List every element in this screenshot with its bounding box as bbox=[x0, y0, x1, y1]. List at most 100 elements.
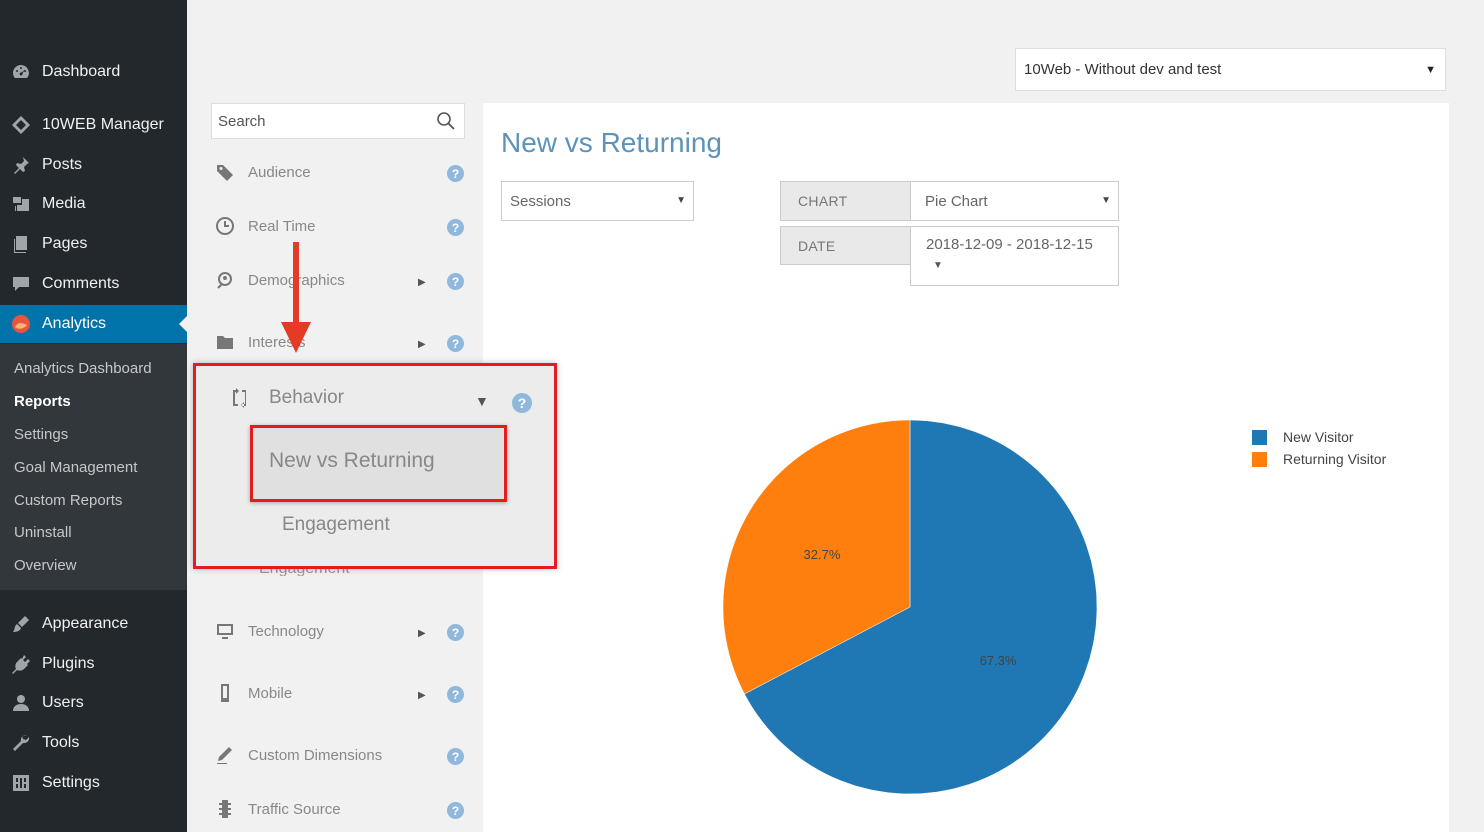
pie-chart: 67.3% 32.7% bbox=[722, 419, 1098, 795]
legend-item-new-visitor[interactable]: New Visitor bbox=[1252, 429, 1354, 445]
admin-sidebar: Dashboard 10WEB Manager Posts Media Page… bbox=[0, 0, 187, 832]
help-icon[interactable]: ? bbox=[512, 393, 532, 413]
menu-appearance[interactable]: Appearance bbox=[0, 605, 187, 643]
report-item-label: Mobile bbox=[248, 684, 293, 702]
menu-users[interactable]: Users bbox=[0, 684, 187, 722]
report-item-label: Audience bbox=[248, 163, 311, 181]
menu-posts[interactable]: Posts bbox=[0, 146, 187, 184]
mobile-icon bbox=[214, 682, 236, 704]
refresh-icon bbox=[233, 388, 246, 408]
menu-label: Settings bbox=[42, 774, 100, 791]
help-icon[interactable]: ? bbox=[447, 219, 464, 236]
menu-analytics[interactable]: Analytics bbox=[0, 305, 187, 343]
clock-icon bbox=[214, 215, 236, 237]
help-icon[interactable]: ? bbox=[447, 748, 464, 765]
expand-arrow-icon[interactable]: ▶ bbox=[418, 277, 426, 288]
help-icon[interactable]: ? bbox=[447, 686, 464, 703]
chart-type-select[interactable]: Pie Chart ▼ bbox=[910, 181, 1119, 221]
analytics-icon bbox=[11, 314, 31, 334]
tag-icon bbox=[214, 161, 236, 183]
submenu-analytics-dashboard[interactable]: Analytics Dashboard bbox=[14, 360, 152, 377]
report-item-interests[interactable]: Interests ▶ bbox=[214, 327, 470, 357]
account-select-value: 10Web - Without dev and test bbox=[1024, 61, 1222, 78]
report-item-traffic-source[interactable]: Traffic Source bbox=[214, 794, 470, 824]
analytics-submenu: Analytics Dashboard Reports Settings Goa… bbox=[0, 344, 187, 590]
report-item-technology[interactable]: Technology ▶ bbox=[214, 616, 470, 646]
collapse-arrow-icon[interactable]: ▼ bbox=[475, 393, 489, 409]
menu-label: Plugins bbox=[42, 655, 95, 672]
menu-label: Pages bbox=[42, 235, 88, 252]
folder-icon bbox=[214, 331, 236, 353]
report-search[interactable] bbox=[211, 103, 465, 139]
menu-settings[interactable]: Settings bbox=[0, 764, 187, 802]
report-item-real-time[interactable]: Real Time bbox=[214, 211, 470, 241]
report-item-demographics[interactable]: Demographics ▶ bbox=[214, 265, 470, 295]
caret-down-icon: ▼ bbox=[933, 260, 943, 271]
date-range-picker[interactable]: 2018-12-09 - 2018-12-15 ▼ bbox=[910, 226, 1119, 286]
menu-10web-manager[interactable]: 10WEB Manager bbox=[0, 106, 187, 144]
menu-label: Tools bbox=[42, 734, 80, 751]
legend-item-returning-visitor[interactable]: Returning Visitor bbox=[1252, 451, 1386, 467]
submenu-overview[interactable]: Overview bbox=[14, 557, 77, 574]
monitor-icon bbox=[214, 620, 236, 642]
report-item-custom-dimensions[interactable]: Custom Dimensions bbox=[214, 740, 470, 770]
legend-label: New Visitor bbox=[1283, 429, 1354, 445]
caret-down-icon: ▼ bbox=[1425, 64, 1436, 76]
submenu-settings[interactable]: Settings bbox=[14, 426, 68, 443]
pin-icon bbox=[11, 155, 31, 175]
subitem-engagement[interactable]: Engagement bbox=[282, 514, 390, 536]
annotation-arrow bbox=[281, 242, 311, 353]
menu-tools[interactable]: Tools bbox=[0, 724, 187, 762]
metric-select[interactable]: Sessions ▼ bbox=[501, 181, 694, 221]
report-item-mobile[interactable]: Mobile ▶ bbox=[214, 678, 470, 708]
menu-label: Media bbox=[42, 195, 86, 212]
date-label: DATE bbox=[780, 226, 911, 265]
report-item-audience[interactable]: Audience bbox=[214, 157, 470, 187]
demographics-icon bbox=[214, 269, 236, 291]
menu-pages[interactable]: Pages bbox=[0, 225, 187, 263]
settings-icon bbox=[11, 773, 31, 793]
help-icon[interactable]: ? bbox=[447, 802, 464, 819]
report-item-label: Technology bbox=[248, 622, 324, 640]
menu-label: 10WEB Manager bbox=[42, 116, 164, 133]
help-icon[interactable]: ? bbox=[447, 335, 464, 352]
expand-arrow-icon[interactable]: ▶ bbox=[418, 339, 426, 350]
menu-dashboard[interactable]: Dashboard bbox=[0, 53, 187, 91]
report-item-behavior[interactable]: Behavior bbox=[228, 386, 344, 410]
chart-label: CHART bbox=[780, 181, 911, 221]
chart-type-value: Pie Chart bbox=[925, 192, 988, 210]
brush-icon bbox=[11, 614, 31, 634]
dashboard-icon bbox=[11, 62, 31, 82]
submenu-custom-reports[interactable]: Custom Reports bbox=[14, 492, 122, 509]
subitem-new-vs-returning[interactable]: New vs Returning bbox=[269, 449, 435, 473]
legend-label: Returning Visitor bbox=[1283, 451, 1387, 467]
search-icon[interactable] bbox=[436, 111, 456, 131]
page-title: New vs Returning bbox=[501, 127, 722, 158]
help-icon[interactable]: ? bbox=[447, 624, 464, 641]
report-item-label: Real Time bbox=[248, 217, 316, 235]
expand-arrow-icon[interactable]: ▶ bbox=[418, 628, 426, 639]
submenu-goal-management[interactable]: Goal Management bbox=[14, 459, 137, 476]
expand-arrow-icon[interactable]: ▶ bbox=[418, 690, 426, 701]
legend-swatch bbox=[1252, 451, 1267, 467]
caret-down-icon: ▼ bbox=[676, 195, 686, 206]
report-item-label: Traffic Source bbox=[248, 800, 341, 818]
traffic-light-icon bbox=[214, 798, 236, 820]
comment-icon bbox=[11, 274, 31, 294]
report-item-label: Behavior bbox=[269, 387, 344, 408]
media-icon bbox=[11, 194, 31, 214]
help-icon[interactable]: ? bbox=[447, 273, 464, 290]
submenu-reports[interactable]: Reports bbox=[14, 393, 71, 410]
account-select[interactable]: 10Web - Without dev and test ▼ bbox=[1015, 48, 1446, 91]
menu-comments[interactable]: Comments bbox=[0, 265, 187, 303]
help-icon[interactable]: ? bbox=[447, 165, 464, 182]
menu-label: Posts bbox=[42, 156, 83, 173]
pages-icon bbox=[11, 234, 31, 254]
diamond-icon bbox=[11, 115, 31, 135]
menu-plugins[interactable]: Plugins bbox=[0, 645, 187, 683]
menu-media[interactable]: Media bbox=[0, 185, 187, 223]
caret-down-icon: ▼ bbox=[1101, 195, 1111, 206]
submenu-uninstall[interactable]: Uninstall bbox=[14, 524, 72, 541]
report-item-label: Custom Dimensions bbox=[248, 746, 383, 764]
search-input[interactable] bbox=[212, 104, 422, 138]
